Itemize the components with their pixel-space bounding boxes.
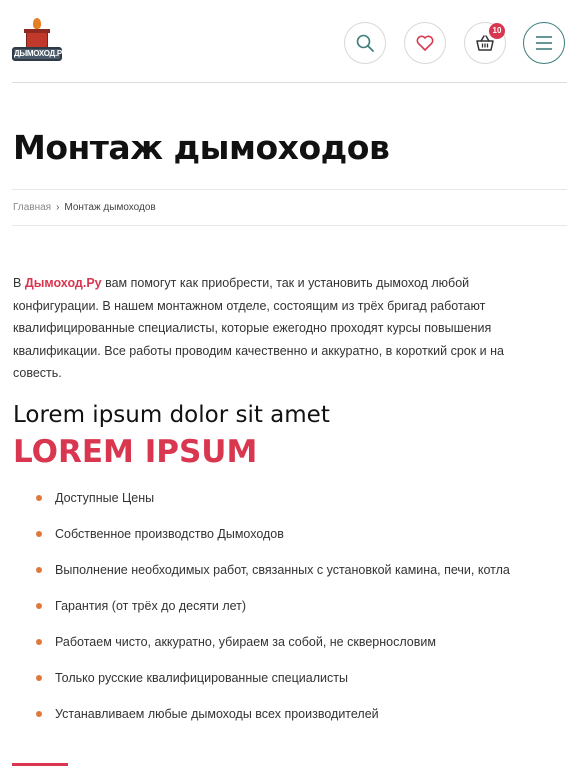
heart-icon <box>416 35 434 51</box>
list-item: Гарантия (от трёх до десяти лет) <box>36 596 510 632</box>
site-logo[interactable]: ДЫМОХОД.РУ <box>12 18 67 66</box>
bullet-icon <box>36 675 42 681</box>
breadcrumb: Главная › Монтаж дымоходов <box>13 202 156 213</box>
list-item: Доступные Цены <box>36 488 510 524</box>
list-item-text: Выполнение необходимых работ, связанных … <box>55 563 510 577</box>
brand-name: Дымоход.Ру <box>24 276 102 290</box>
bullet-icon <box>36 531 42 537</box>
breadcrumb-divider <box>12 225 567 226</box>
intro-text: вам помогут как приобрести, так и устано… <box>13 276 504 380</box>
site-header: ДЫМОХОД.РУ 10 <box>0 0 577 83</box>
title-divider <box>12 189 567 190</box>
section-accent-title: LOREM IPSUM <box>13 434 258 470</box>
breadcrumb-home-link[interactable]: Главная <box>13 202 51 213</box>
list-item: Только русские квалифицированные специал… <box>36 668 510 704</box>
list-item: Выполнение необходимых работ, связанных … <box>36 560 510 596</box>
list-item: Работаем чисто, аккуратно, убираем за со… <box>36 632 510 668</box>
bullet-icon <box>36 495 42 501</box>
bullet-icon <box>36 639 42 645</box>
favorites-button[interactable] <box>404 22 446 64</box>
chimney-icon <box>24 29 50 48</box>
list-item-text: Только русские квалифицированные специал… <box>55 671 348 685</box>
list-item-text: Собственное производство Дымоходов <box>55 527 284 541</box>
search-button[interactable] <box>344 22 386 64</box>
breadcrumb-separator: › <box>56 202 60 213</box>
logo-text: ДЫМОХОД.РУ <box>12 47 67 61</box>
list-item-text: Гарантия (от трёх до десяти лет) <box>55 599 247 613</box>
list-item-text: Устанавливаем любые дымоходы всех произв… <box>55 707 379 721</box>
section-subtitle: Lorem ipsum dolor sit amet <box>13 402 330 428</box>
section-accent-bar <box>12 763 68 766</box>
intro-paragraph: В Дымоход.Ру вам помогут как приобрести,… <box>13 272 553 385</box>
list-item-text: Работаем чисто, аккуратно, убираем за со… <box>55 635 436 649</box>
list-item: Собственное производство Дымоходов <box>36 524 510 560</box>
flame-icon <box>33 18 41 29</box>
menu-icon <box>536 36 552 50</box>
features-list: Доступные Цены Собственное производство … <box>36 488 510 740</box>
cart-count-badge: 10 <box>489 23 505 39</box>
header-divider <box>12 82 567 83</box>
list-item-text: Доступные Цены <box>55 491 155 505</box>
menu-button[interactable] <box>523 22 565 64</box>
search-icon <box>356 34 374 52</box>
list-item: Устанавливаем любые дымоходы всех произв… <box>36 704 510 740</box>
bullet-icon <box>36 603 42 609</box>
breadcrumb-current: Монтаж дымоходов <box>64 202 156 213</box>
intro-prefix: В <box>13 276 25 290</box>
page-title: Монтаж дымоходов <box>13 128 390 167</box>
bullet-icon <box>36 567 42 573</box>
bullet-icon <box>36 711 42 717</box>
